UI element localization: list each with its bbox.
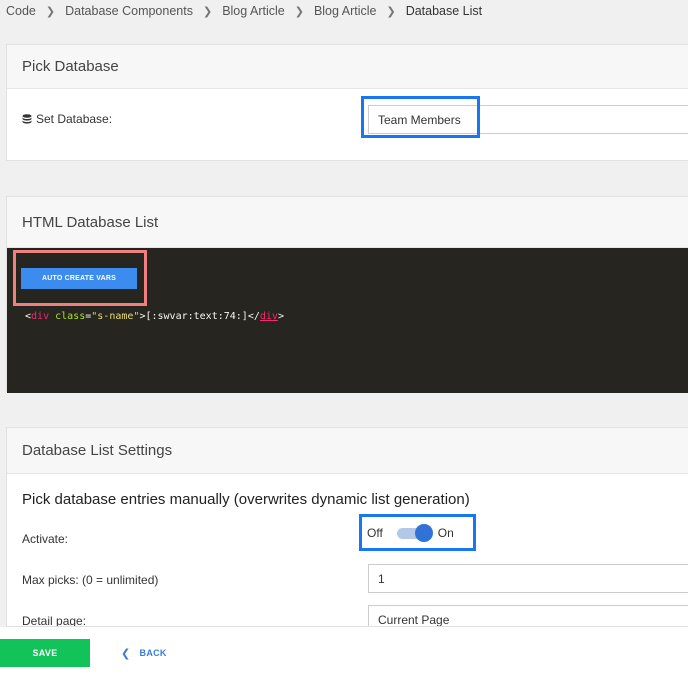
breadcrumb-link-code[interactable]: Code (6, 4, 36, 18)
max-picks-value: 1 (378, 571, 385, 586)
set-database-text: Set Database: (36, 112, 113, 126)
auto-create-highlight (13, 250, 147, 306)
code-content: [:swvar:text:74:] (145, 311, 248, 322)
code-attr: class (55, 311, 86, 322)
database-list-settings-panel: Database List Settings Pick database ent… (6, 427, 688, 627)
code-end-close: > (277, 311, 284, 322)
action-bar: SAVE ❮ BACK (0, 627, 688, 679)
breadcrumb-link-blog-article[interactable]: Blog Article (222, 4, 285, 18)
save-button[interactable]: SAVE (0, 639, 90, 667)
chevron-right-icon: ❯ (386, 5, 396, 18)
breadcrumb: Code ❯ Database Components ❯ Blog Articl… (6, 3, 482, 19)
chevron-left-icon: ❮ (121, 647, 131, 660)
pick-database-title: Pick Database (7, 45, 688, 89)
back-button[interactable]: ❮ BACK (121, 639, 167, 667)
breadcrumb-link-blog-article-2[interactable]: Blog Article (314, 4, 377, 18)
html-database-list-title: HTML Database List (7, 197, 688, 248)
set-database-label: Set Database: (22, 112, 112, 128)
code-line: <div class="s-name">[:swvar:text:74:]</d… (25, 311, 284, 322)
database-select-highlight (361, 96, 480, 138)
breadcrumb-current: Database List (405, 4, 483, 18)
code-end-tag: div (259, 311, 278, 322)
manual-pick-heading: Pick database entries manually (overwrit… (22, 491, 470, 508)
chevron-right-icon: ❯ (294, 5, 304, 18)
database-icon (22, 114, 32, 128)
chevron-right-icon: ❯ (45, 5, 56, 18)
activate-label: Activate: (22, 532, 69, 546)
detail-page-label: Detail page: (22, 614, 87, 627)
breadcrumb-link-database-components[interactable]: Database Components (65, 4, 193, 18)
pick-database-panel: Pick Database Set Database: Team Members (6, 44, 688, 161)
database-list-settings-title: Database List Settings (7, 428, 688, 474)
code-string: "s-name" (91, 311, 140, 322)
max-picks-input[interactable]: 1 (368, 564, 688, 593)
detail-page-select[interactable]: Current Page (368, 605, 688, 627)
detail-page-value: Current Page (378, 612, 450, 627)
back-label: BACK (139, 648, 167, 658)
activate-toggle-highlight (359, 514, 476, 551)
chevron-right-icon: ❯ (202, 5, 213, 18)
code-tag: div (31, 311, 50, 322)
code-end-open: </ (247, 311, 260, 322)
max-picks-label: Max picks: (0 = unlimited) (22, 573, 159, 587)
